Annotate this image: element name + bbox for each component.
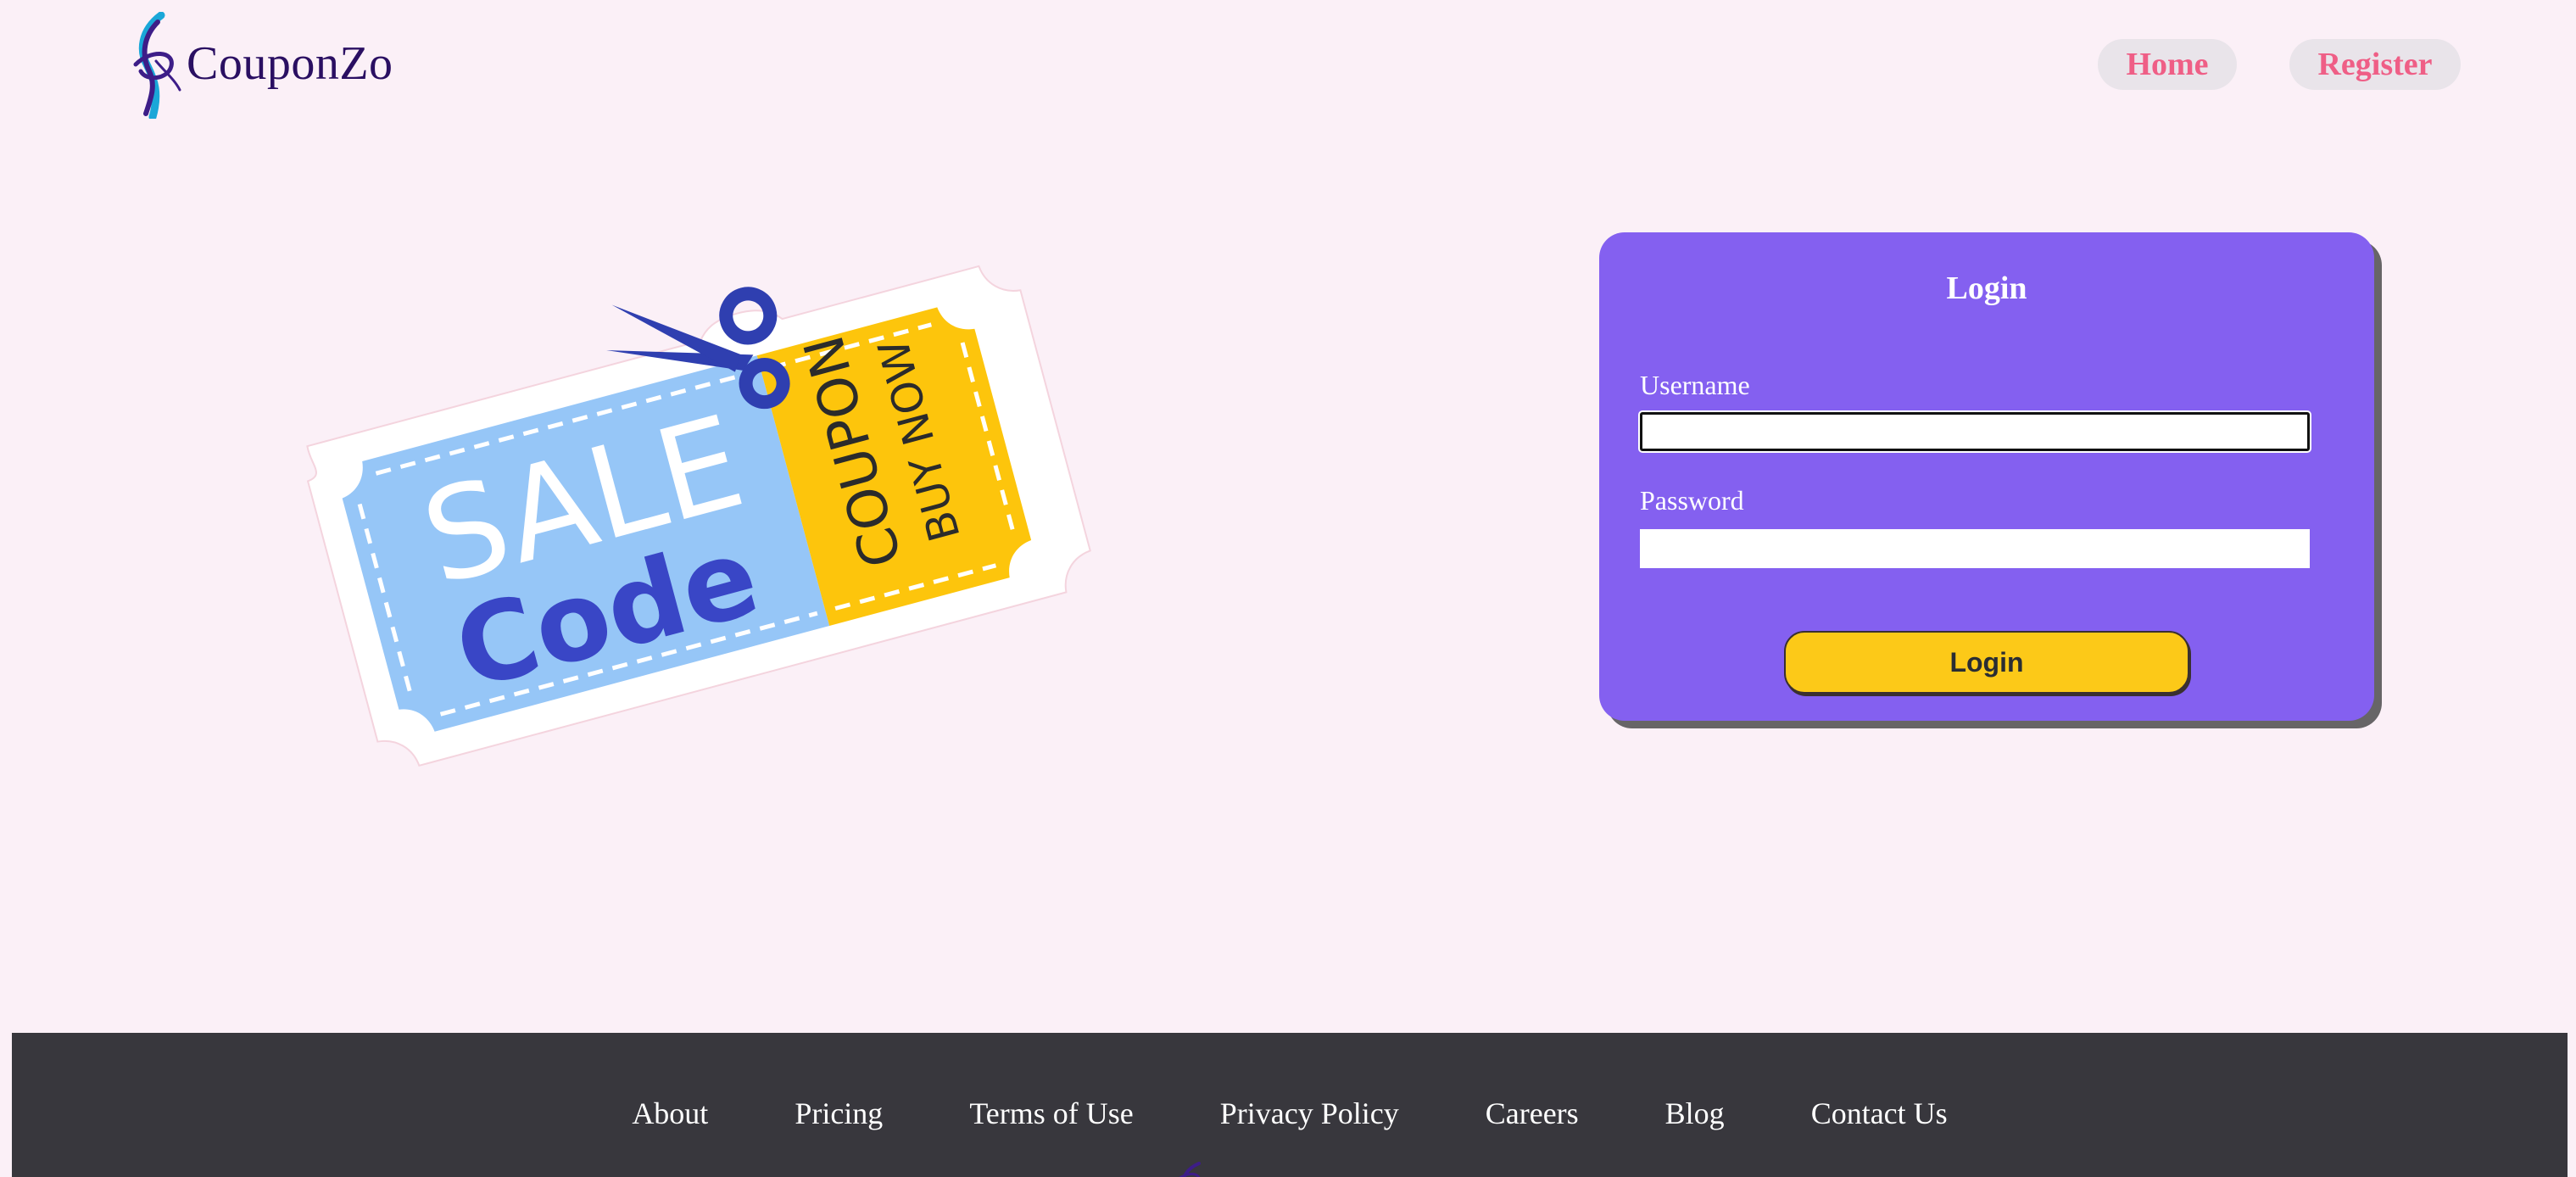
nav-register-button[interactable]: Register xyxy=(2289,39,2461,90)
footer-link-careers[interactable]: Careers xyxy=(1486,1096,1579,1131)
footer-links: About Pricing Terms of Use Privacy Polic… xyxy=(12,1096,2568,1131)
login-button[interactable]: Login xyxy=(1784,631,2189,694)
footer-link-pricing[interactable]: Pricing xyxy=(795,1096,883,1131)
footer-link-about[interactable]: About xyxy=(632,1096,708,1131)
login-title: Login xyxy=(1946,271,2027,306)
username-input[interactable] xyxy=(1640,412,2310,451)
brand[interactable]: CouponZo xyxy=(131,12,393,119)
footer-link-privacy[interactable]: Privacy Policy xyxy=(1220,1096,1399,1131)
password-label: Password xyxy=(1640,485,1744,516)
nav-home-button[interactable]: Home xyxy=(2098,39,2237,90)
footer-logo-icon xyxy=(1179,1162,1201,1177)
password-input[interactable] xyxy=(1640,529,2310,568)
footer-link-contact[interactable]: Contact Us xyxy=(1811,1096,1948,1131)
footer-link-terms[interactable]: Terms of Use xyxy=(969,1096,1133,1131)
login-card: Login Username Password Login xyxy=(1599,232,2374,721)
footer-link-blog[interactable]: Blog xyxy=(1665,1096,1725,1131)
username-label: Username xyxy=(1640,370,1750,400)
brand-name: CouponZo xyxy=(187,37,393,90)
site-footer: About Pricing Terms of Use Privacy Polic… xyxy=(12,1033,2568,1177)
site-header: CouponZo Home Register xyxy=(0,0,2576,127)
brand-logo-icon xyxy=(133,12,181,119)
sale-coupon-illustration: SALE Code COUPON BUY NOW xyxy=(306,265,1091,767)
